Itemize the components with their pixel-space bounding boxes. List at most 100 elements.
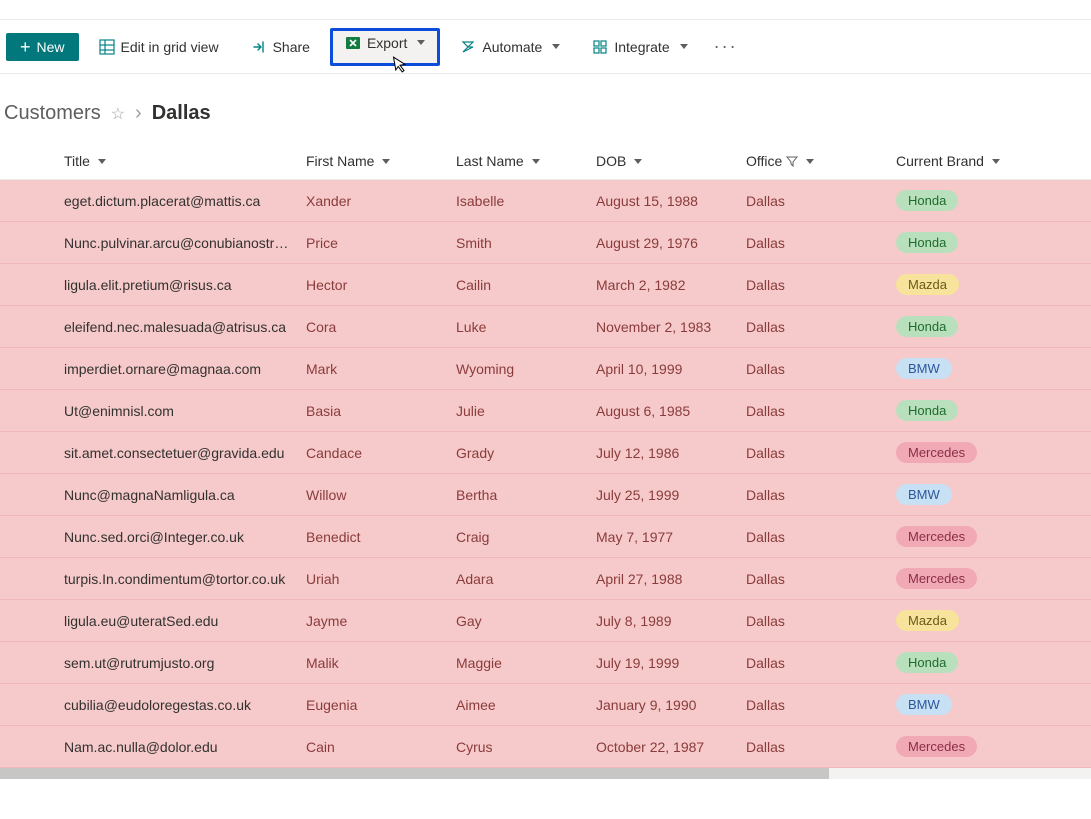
table-row[interactable]: sem.ut@rutrumjusto.orgMalikMaggieJuly 19… [0,642,1091,684]
breadcrumb-separator: › [135,102,142,125]
cell-title[interactable]: Nunc.pulvinar.arcu@conubianostraper.edu [0,235,300,251]
table-row[interactable]: eget.dictum.placerat@mattis.caXanderIsab… [0,180,1091,222]
export-button[interactable]: Export [330,28,440,66]
table-row[interactable]: Ut@enimnisl.comBasiaJulieAugust 6, 1985D… [0,390,1091,432]
cell-last-name: Isabelle [450,193,590,209]
col-header-last-name[interactable]: Last Name [456,153,540,169]
table-row[interactable]: ligula.eu@uteratSed.eduJaymeGayJuly 8, 1… [0,600,1091,642]
list-table: Title First Name Last Name DOB Offic [0,143,1091,768]
table-row[interactable]: imperdiet.ornare@magnaa.comMarkWyomingAp… [0,348,1091,390]
automate-label: Automate [482,39,542,55]
cell-title[interactable]: turpis.In.condimentum@tortor.co.uk [0,571,300,587]
cell-dob: July 19, 1999 [590,655,740,671]
cell-title[interactable]: imperdiet.ornare@magnaa.com [0,361,300,377]
cell-office: Dallas [740,655,890,671]
scrollbar-thumb[interactable] [0,768,829,779]
more-actions-button[interactable]: ··· [708,36,744,57]
brand-pill: BMW [896,694,952,715]
cell-first-name: Willow [300,487,450,503]
table-row[interactable]: turpis.In.condimentum@tortor.co.ukUriahA… [0,558,1091,600]
integrate-button[interactable]: Integrate [580,33,699,61]
cell-title[interactable]: ligula.eu@uteratSed.edu [0,613,300,629]
chevron-down-icon [98,159,106,164]
plus-icon: + [20,40,31,54]
col-header-office[interactable]: Office [746,153,814,169]
col-header-title[interactable]: Title [64,153,106,169]
cell-office: Dallas [740,571,890,587]
cell-last-name: Wyoming [450,361,590,377]
table-row[interactable]: sit.amet.consectetuer@gravida.eduCandace… [0,432,1091,474]
chevron-down-icon [552,44,560,49]
automate-icon [460,39,476,55]
new-button-label: New [37,39,65,55]
brand-pill: BMW [896,484,952,505]
table-row[interactable]: cubilia@eudoloregestas.co.ukEugeniaAimee… [0,684,1091,726]
automate-button[interactable]: Automate [448,33,572,61]
cell-title[interactable]: eleifend.nec.malesuada@atrisus.ca [0,319,300,335]
chevron-down-icon [382,159,390,164]
cell-title[interactable]: ligula.elit.pretium@risus.ca [0,277,300,293]
chevron-down-icon [532,159,540,164]
table-row[interactable]: Nunc.sed.orci@Integer.co.ukBenedictCraig… [0,516,1091,558]
chevron-down-icon [634,159,642,164]
cell-last-name: Adara [450,571,590,587]
cell-office: Dallas [740,613,890,629]
edit-grid-label: Edit in grid view [121,39,219,55]
cell-current-brand: Mazda [890,274,1030,295]
col-header-current-brand[interactable]: Current Brand [896,153,1000,169]
new-button[interactable]: + New [6,33,79,61]
cell-title[interactable]: Nam.ac.nulla@dolor.edu [0,739,300,755]
cell-dob: November 2, 1983 [590,319,740,335]
cell-current-brand: Mercedes [890,736,1030,757]
cell-dob: April 10, 1999 [590,361,740,377]
cell-dob: August 29, 1976 [590,235,740,251]
col-header-first-name[interactable]: First Name [306,153,390,169]
cell-first-name: Eugenia [300,697,450,713]
top-divider [0,0,1091,20]
cell-last-name: Cailin [450,277,590,293]
share-button[interactable]: Share [239,33,322,61]
cell-title[interactable]: sem.ut@rutrumjusto.org [0,655,300,671]
cell-dob: April 27, 1988 [590,571,740,587]
cell-current-brand: BMW [890,694,1030,715]
table-row[interactable]: Nunc@magnaNamligula.caWillowBerthaJuly 2… [0,474,1091,516]
cell-title[interactable]: Nunc@magnaNamligula.ca [0,487,300,503]
table-header: Title First Name Last Name DOB Offic [0,143,1091,180]
cell-first-name: Uriah [300,571,450,587]
chevron-down-icon [417,40,425,45]
brand-pill: Honda [896,652,958,673]
table-row[interactable]: ligula.elit.pretium@risus.caHectorCailin… [0,264,1091,306]
integrate-label: Integrate [614,39,669,55]
cell-first-name: Price [300,235,450,251]
brand-pill: Mercedes [896,736,977,757]
col-header-dob[interactable]: DOB [596,153,642,169]
cell-first-name: Basia [300,403,450,419]
horizontal-scrollbar[interactable] [0,768,1091,779]
brand-pill: Mazda [896,274,959,295]
cell-first-name: Benedict [300,529,450,545]
cell-title[interactable]: cubilia@eudoloregestas.co.uk [0,697,300,713]
table-row[interactable]: Nam.ac.nulla@dolor.eduCainCyrusOctober 2… [0,726,1091,768]
breadcrumb-root[interactable]: Customers [4,102,101,125]
brand-pill: Honda [896,316,958,337]
grid-icon [99,39,115,55]
cell-current-brand: Honda [890,232,1030,253]
cell-last-name: Grady [450,445,590,461]
cell-first-name: Cora [300,319,450,335]
cell-office: Dallas [740,193,890,209]
cell-title[interactable]: Ut@enimnisl.com [0,403,300,419]
table-row[interactable]: eleifend.nec.malesuada@atrisus.caCoraLuk… [0,306,1091,348]
edit-grid-button[interactable]: Edit in grid view [87,33,231,61]
cell-title[interactable]: eget.dictum.placerat@mattis.ca [0,193,300,209]
brand-pill: BMW [896,358,952,379]
cell-current-brand: Honda [890,190,1030,211]
cell-dob: October 22, 1987 [590,739,740,755]
favorite-star-icon[interactable]: ☆ [111,104,125,124]
table-row[interactable]: Nunc.pulvinar.arcu@conubianostraper.eduP… [0,222,1091,264]
cell-first-name: Xander [300,193,450,209]
cell-current-brand: Mercedes [890,526,1030,547]
cell-first-name: Jayme [300,613,450,629]
excel-icon [345,35,361,51]
cell-title[interactable]: Nunc.sed.orci@Integer.co.uk [0,529,300,545]
cell-title[interactable]: sit.amet.consectetuer@gravida.edu [0,445,300,461]
